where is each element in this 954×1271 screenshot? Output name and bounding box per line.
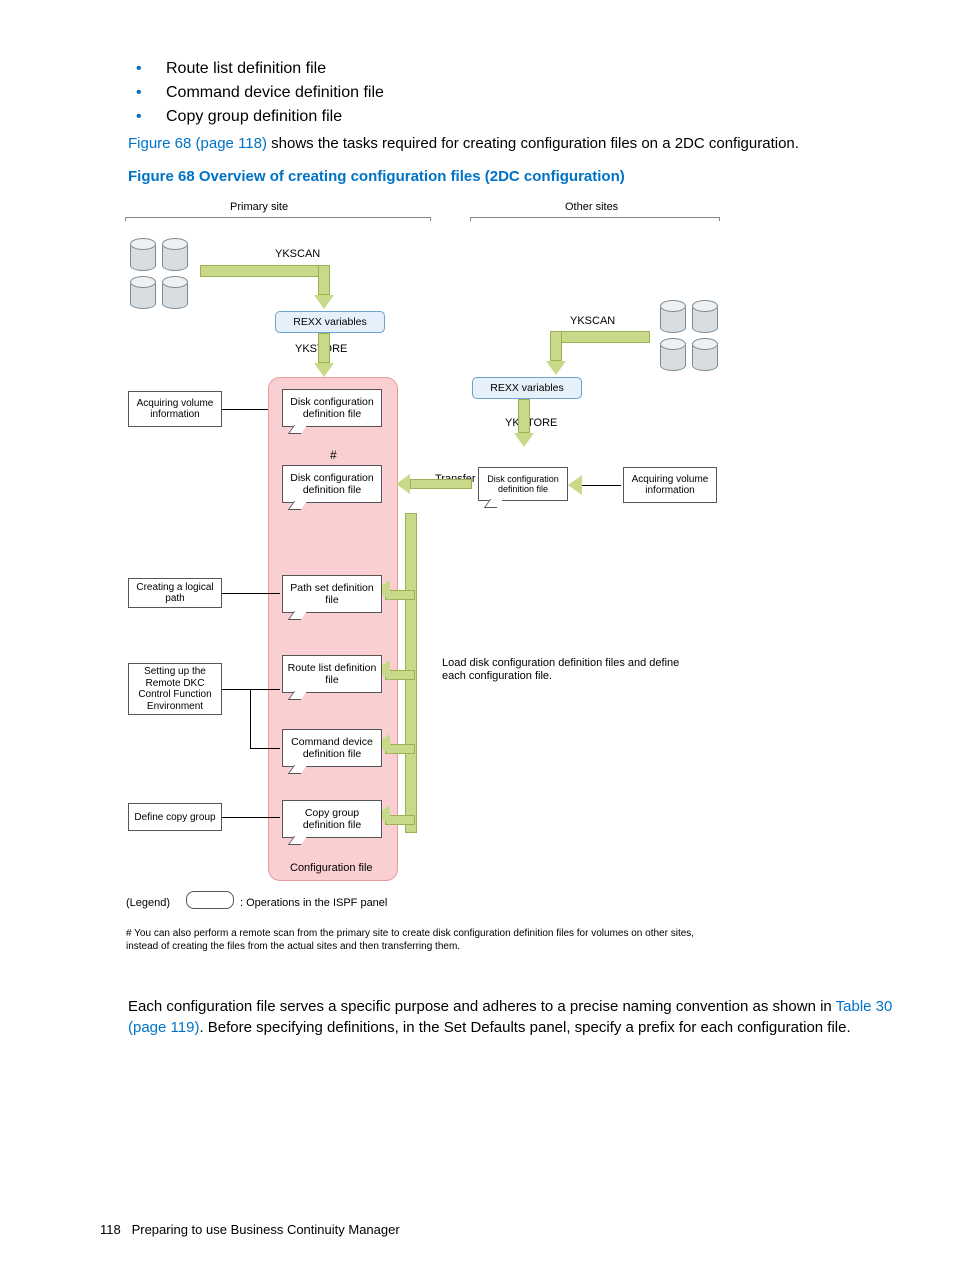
rexx-variables-other: REXX variables	[472, 377, 582, 399]
connector-line	[222, 817, 280, 818]
connector-line	[250, 689, 251, 748]
bullet-list: Route list definition file Command devic…	[128, 60, 894, 126]
cylinder-icon	[692, 303, 718, 333]
arrow-ykscan-other	[550, 331, 650, 343]
bullet-item: Route list definition file	[136, 60, 894, 78]
cylinder-icon	[660, 303, 686, 333]
arrow-ykscan-primary	[200, 265, 330, 277]
file-pathset: Path set definition file	[282, 575, 382, 613]
hash-symbol: #	[330, 449, 337, 463]
label-ykstore-other: YKSTORE	[505, 417, 557, 430]
label-ykscan-other: YKSCAN	[570, 315, 615, 328]
task-acquire-primary: Acquiring volume information	[128, 391, 222, 427]
cylinder-icon	[660, 341, 686, 371]
label-other-sites: Other sites	[565, 201, 618, 214]
bullet-item: Command device definition file	[136, 84, 894, 102]
file-disk-config-2: Disk configuration definition file	[282, 465, 382, 503]
file-routelist: Route list definition file	[282, 655, 382, 693]
arrow-transfer	[410, 479, 472, 489]
closing-paragraph: Each configuration file serves a specifi…	[128, 997, 894, 1038]
connector-line	[222, 593, 280, 594]
arrow-ykscan-other-v	[550, 331, 562, 361]
figure-caption: Figure 68 Overview of creating configura…	[128, 168, 894, 185]
rexx-variables-primary: REXX variables	[275, 311, 385, 333]
label-config-file: Configuration file	[290, 862, 373, 875]
legend-ispf-box	[186, 891, 234, 909]
task-create-path: Creating a logical path	[128, 578, 222, 608]
page-number: 118	[100, 1222, 121, 1237]
task-remote-dkc: Setting up the Remote DKC Control Functi…	[128, 663, 222, 715]
intro-paragraph: Figure 68 (page 118) shows the tasks req…	[128, 134, 894, 154]
arrowhead-icon	[514, 433, 534, 447]
page-footer: 118 Preparing to use Business Continuity…	[100, 1222, 400, 1237]
site-other-bracket	[470, 217, 720, 221]
arrow-ykscan-primary-v	[318, 265, 330, 295]
cylinder-icon	[162, 279, 188, 309]
cylinder-icon	[130, 279, 156, 309]
arrow-ykstore-other	[518, 399, 530, 433]
diagram-footnote: # You can also perform a remote scan fro…	[126, 927, 706, 953]
cylinder-icon	[162, 241, 188, 271]
legend-text: : Operations in the ISPF panel	[240, 897, 387, 910]
figure-68-diagram: Primary site Other sites YKSCAN REXX var…	[120, 203, 725, 983]
task-define-copy-group: Define copy group	[128, 803, 222, 831]
legend-label: (Legend)	[126, 897, 170, 910]
label-load-note: Load disk configuration definition files…	[442, 657, 702, 682]
footer-chapter: Preparing to use Business Continuity Man…	[132, 1222, 400, 1237]
bullet-item: Copy group definition file	[136, 108, 894, 126]
file-disk-config-other: Disk configuration definition file	[478, 467, 568, 501]
connector-line	[222, 409, 274, 410]
arrowhead-icon	[314, 295, 334, 309]
arrowhead-left-icon	[396, 474, 410, 494]
xref-figure68[interactable]: Figure 68 (page 118)	[128, 135, 267, 152]
arrowhead-icon	[314, 363, 334, 377]
arrowhead-icon	[546, 361, 566, 375]
connector-line	[250, 748, 280, 749]
label-primary-site: Primary site	[230, 201, 288, 214]
file-disk-config: Disk configuration definition file	[282, 389, 382, 427]
cylinder-icon	[692, 341, 718, 371]
arrowhead-left-icon	[568, 475, 582, 495]
arrow-ykstore-primary	[318, 333, 330, 363]
label-ykscan: YKSCAN	[275, 248, 320, 261]
connector-line	[222, 689, 280, 690]
cylinder-icon	[130, 241, 156, 271]
task-acquire-other: Acquiring volume information	[623, 467, 717, 503]
file-copygroup: Copy group definition file	[282, 800, 382, 838]
site-primary-bracket	[125, 217, 431, 221]
file-cmddev: Command device definition file	[282, 729, 382, 767]
